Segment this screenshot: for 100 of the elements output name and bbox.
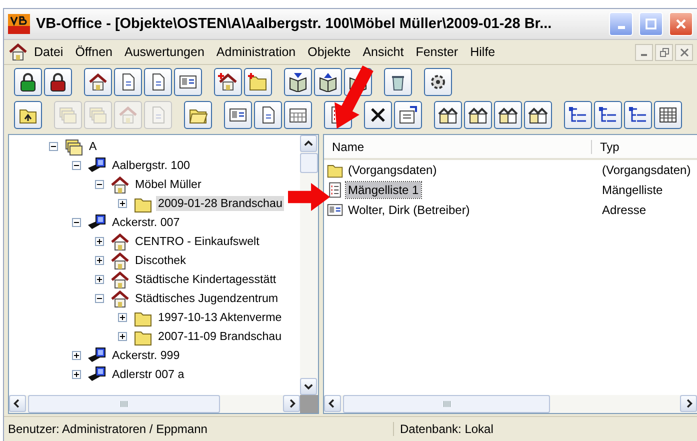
tree-item[interactable]: 1997-10-13 Aktenverme xyxy=(156,310,284,325)
chevron-right-icon xyxy=(287,399,296,408)
tree-item[interactable]: Städtische Kindertagesstätt xyxy=(133,272,278,287)
toolbar-button[interactable] xyxy=(314,68,342,96)
toolbar-button[interactable] xyxy=(524,100,552,128)
tree-item[interactable]: A xyxy=(87,139,99,154)
padlock-icon xyxy=(18,72,38,92)
toolbar-button[interactable] xyxy=(224,100,252,128)
expand-toggle[interactable] xyxy=(95,256,104,265)
menu-item[interactable]: Auswertungen xyxy=(118,43,210,61)
toolbar-button[interactable] xyxy=(144,68,172,96)
menu-item[interactable]: Öffnen xyxy=(69,43,118,61)
toolbar-button[interactable] xyxy=(284,100,312,128)
menu-item[interactable]: Objekte xyxy=(302,43,357,61)
tree-item[interactable]: Möbel Müller xyxy=(133,177,204,192)
toolbar-button[interactable] xyxy=(364,100,392,128)
scroll-up-button[interactable] xyxy=(300,135,317,152)
toolbar-button[interactable] xyxy=(494,100,522,128)
toolbar-button[interactable] xyxy=(564,100,592,128)
table-cell-text: Mängelliste xyxy=(601,183,663,197)
layers-icon xyxy=(58,104,78,124)
expand-toggle[interactable] xyxy=(95,237,104,246)
scrollbar-thumb[interactable] xyxy=(343,395,550,413)
expand-toggle[interactable] xyxy=(72,351,81,360)
menu-item[interactable]: Datei xyxy=(28,43,70,61)
house-icon xyxy=(8,42,28,62)
toolbar-button[interactable] xyxy=(464,100,492,128)
scroll-left-button[interactable] xyxy=(324,395,341,412)
toolbar-button[interactable] xyxy=(14,100,42,128)
maximize-button[interactable] xyxy=(639,12,663,36)
tree-item[interactable]: Ackerstr. 007 xyxy=(110,215,182,230)
maximize-icon xyxy=(645,18,657,30)
column-header[interactable]: Typ xyxy=(592,140,620,154)
scroll-down-button[interactable] xyxy=(300,378,317,395)
toolbar-button[interactable] xyxy=(14,68,42,96)
tree-item[interactable]: Aalbergstr. 100 xyxy=(110,158,192,173)
minimize-button[interactable] xyxy=(635,44,653,60)
close-icon xyxy=(675,18,687,30)
tree-item[interactable]: CENTRO - Einkaufswelt xyxy=(133,234,262,249)
collapse-toggle[interactable] xyxy=(95,294,104,303)
chevron-left-icon xyxy=(328,399,337,408)
scroll-right-button[interactable] xyxy=(283,395,300,412)
collapse-toggle[interactable] xyxy=(72,218,81,227)
toolbar-button[interactable] xyxy=(174,68,202,96)
grid-icon xyxy=(658,104,678,124)
scroll-right-button[interactable] xyxy=(680,395,697,412)
toolbar-button[interactable] xyxy=(284,68,312,96)
toolbar-button[interactable] xyxy=(624,100,652,128)
toolbar-button[interactable] xyxy=(594,100,622,128)
toolbar-button[interactable] xyxy=(214,68,242,96)
list-item[interactable]: Wolter, Dirk (Betreiber) xyxy=(346,202,472,218)
expand-toggle[interactable] xyxy=(118,199,127,208)
tree-icon xyxy=(628,104,648,124)
tree-item[interactable]: Discothek xyxy=(133,253,188,268)
expand-toggle[interactable] xyxy=(95,275,104,284)
expand-toggle[interactable] xyxy=(118,332,127,341)
scrollbar-corner xyxy=(300,395,318,413)
house-icon xyxy=(88,72,108,92)
expand-toggle[interactable] xyxy=(118,313,127,322)
scrollbar-thumb[interactable] xyxy=(300,153,318,173)
tree-item[interactable]: Ackerstr. 999 xyxy=(110,348,182,363)
tree-icon xyxy=(568,104,588,124)
expand-toggle[interactable] xyxy=(72,370,81,379)
house-icon xyxy=(118,104,138,124)
scrollbar-thumb[interactable] xyxy=(28,395,220,413)
pointer-arrow xyxy=(288,183,330,211)
toolbar-button[interactable] xyxy=(254,100,282,128)
menu-item[interactable]: Hilfe xyxy=(464,43,502,61)
menu-item[interactable]: Fenster xyxy=(410,43,464,61)
list-item[interactable]: (Vorgangsdaten) xyxy=(346,162,439,178)
collapse-toggle[interactable] xyxy=(72,161,81,170)
toolbar-button[interactable] xyxy=(114,68,142,96)
toolbar-button[interactable] xyxy=(384,68,412,96)
house-icon xyxy=(110,174,130,194)
collapse-toggle[interactable] xyxy=(95,180,104,189)
toolbar-button[interactable] xyxy=(44,68,72,96)
tree-item[interactable]: Adlerstr 007 a xyxy=(110,367,186,382)
layers-icon xyxy=(88,104,108,124)
menu-item[interactable]: Administration xyxy=(210,43,302,61)
list-item[interactable]: Mängelliste 1 xyxy=(346,182,421,198)
restore-button[interactable] xyxy=(655,44,673,60)
tree-item[interactable]: Städtisches Jugendzentrum xyxy=(133,291,280,306)
close-button[interactable] xyxy=(675,44,693,60)
chevron-down-icon xyxy=(304,382,313,391)
layers-icon xyxy=(64,136,84,156)
tree-item[interactable]: 2009-01-28 Brandschau xyxy=(156,196,284,211)
collapse-toggle[interactable] xyxy=(49,142,58,151)
close-icon xyxy=(680,48,688,56)
tree-icon xyxy=(598,104,618,124)
status-text: Datenbank: Lokal xyxy=(393,422,494,436)
toolbar-button[interactable] xyxy=(84,68,112,96)
properties-icon xyxy=(398,104,418,124)
tree-item[interactable]: 2007-11-09 Brandschau xyxy=(156,329,284,344)
toolbar-button[interactable] xyxy=(434,100,462,128)
toolbar-button[interactable] xyxy=(394,100,422,128)
menu-item[interactable]: Ansicht xyxy=(356,43,410,61)
toolbar-button[interactable] xyxy=(654,100,682,128)
toolbar-button[interactable] xyxy=(424,68,452,96)
column-header[interactable]: Name xyxy=(324,140,592,154)
scroll-left-button[interactable] xyxy=(9,395,26,412)
